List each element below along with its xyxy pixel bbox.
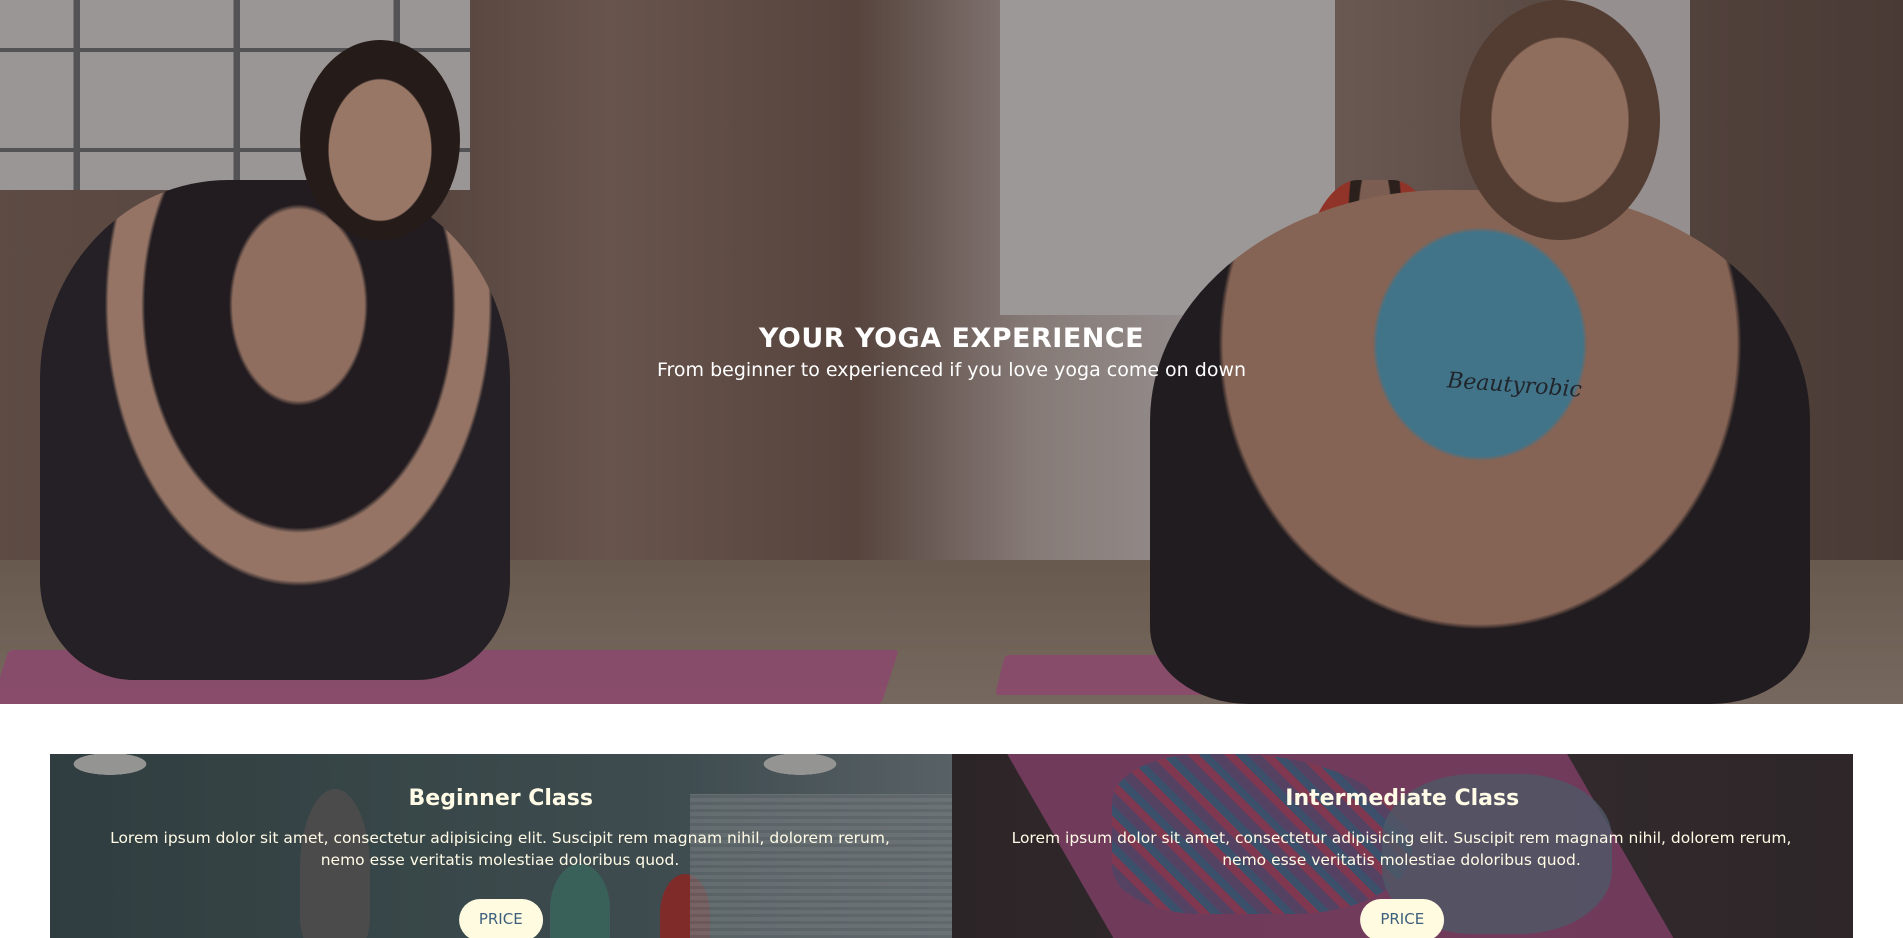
- intermediate-class-title: Intermediate Class: [1285, 786, 1520, 811]
- beginner-class-title: Beginner Class: [408, 786, 593, 811]
- intermediate-class-description: Lorem ipsum dolor sit amet, consectetur …: [1011, 829, 1792, 869]
- hero-banner: Beautyrobic YOUR YOGA EXPERIENCE From be…: [0, 0, 1903, 704]
- intermediate-class-card: Intermediate Class Lorem ipsum dolor sit…: [951, 754, 1853, 938]
- beginner-class-card: Beginner Class Lorem ipsum dolor sit ame…: [50, 754, 952, 938]
- beginner-class-description: Lorem ipsum dolor sit amet, consectetur …: [110, 829, 890, 869]
- classes-section: Beginner Class Lorem ipsum dolor sit ame…: [50, 754, 1853, 938]
- hero-subtitle: From beginner to experienced if you love…: [656, 359, 1247, 381]
- beginner-price-button[interactable]: PRICE: [458, 899, 543, 938]
- intermediate-price-button[interactable]: PRICE: [1360, 899, 1445, 938]
- hero-title: YOUR YOGA EXPERIENCE: [758, 323, 1145, 354]
